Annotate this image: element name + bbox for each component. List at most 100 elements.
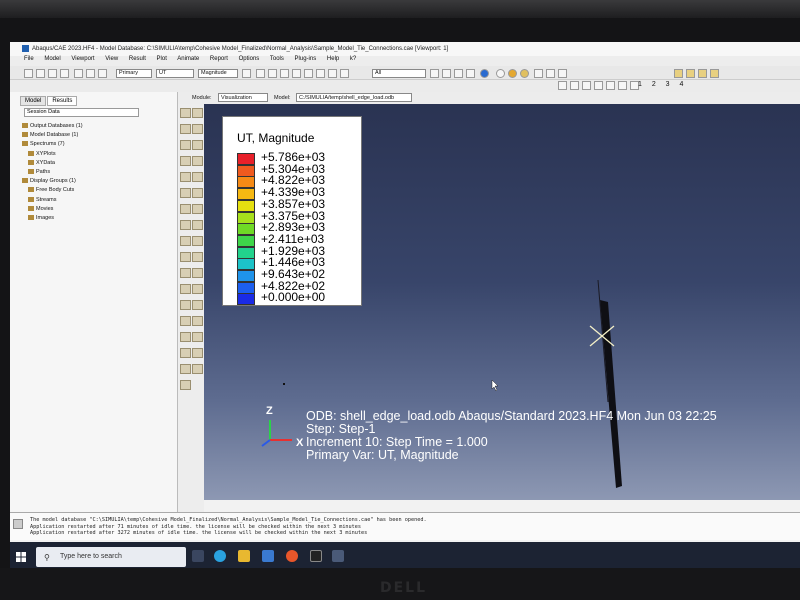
animate-time-history-icon[interactable] [192, 172, 203, 182]
output-position-select[interactable]: Primary [116, 69, 152, 78]
view-manager-icon[interactable] [496, 69, 505, 78]
zoom-icon[interactable] [292, 69, 301, 78]
query-icon[interactable] [74, 69, 83, 78]
view-back-icon[interactable] [582, 81, 591, 90]
top-view-icon[interactable] [698, 69, 707, 78]
model-select[interactable]: C:/SIMULIA/temp/shell_edge_load.odb [296, 93, 412, 102]
menu-animate[interactable]: Animate [177, 56, 199, 62]
module-select[interactable]: Visualization [218, 93, 268, 102]
plot-symbols-icon[interactable] [192, 124, 203, 134]
file-explorer-icon[interactable] [238, 550, 250, 562]
stream-create-icon[interactable] [180, 300, 191, 310]
view-cut-icon[interactable] [192, 204, 203, 214]
new-file-icon[interactable] [24, 69, 33, 78]
common-options-icon[interactable] [192, 140, 203, 150]
auto-fit-icon[interactable] [316, 69, 325, 78]
allow-multiple-plots-icon[interactable] [192, 156, 203, 166]
animate-scale-factor-icon[interactable] [180, 172, 191, 182]
menu-viewport[interactable]: Viewport [71, 56, 94, 62]
path-create-icon[interactable] [180, 252, 191, 262]
viewport-numbers[interactable]: 1 2 3 4 [638, 81, 687, 88]
shaded-icon[interactable] [466, 69, 475, 78]
contour-options-icon[interactable] [180, 188, 191, 198]
task-view-icon[interactable] [192, 550, 204, 562]
view-front-icon[interactable] [570, 81, 579, 90]
probe-icon[interactable] [86, 69, 95, 78]
iso-view-icon[interactable] [674, 69, 683, 78]
menu-help[interactable]: Help [327, 56, 339, 62]
rotate-icon[interactable] [268, 69, 277, 78]
menu-model[interactable]: Model [44, 56, 60, 62]
selection-arrow-icon[interactable] [340, 69, 349, 78]
view-left-icon[interactable] [594, 81, 603, 90]
firefox-icon[interactable] [286, 550, 298, 562]
plot-undeformed-icon[interactable] [180, 108, 191, 118]
view-iso-icon[interactable] [618, 81, 627, 90]
undo-icon[interactable] [534, 69, 543, 78]
ply-stack-icon[interactable] [180, 348, 191, 358]
free-body-manager-icon[interactable] [192, 284, 203, 294]
cycle-view-icon[interactable] [328, 69, 337, 78]
menu-result[interactable]: Result [129, 56, 146, 62]
front-view-icon[interactable] [686, 69, 695, 78]
field-variable-select[interactable]: UT [156, 69, 194, 78]
magnify-icon[interactable] [280, 69, 289, 78]
menu-options[interactable]: Options [239, 56, 260, 62]
tree-item-streams[interactable]: Streams [22, 196, 83, 205]
box-zoom-icon[interactable] [304, 69, 313, 78]
windows-start-icon[interactable] [16, 552, 26, 562]
replace-icon[interactable] [558, 69, 567, 78]
side-view-icon[interactable] [710, 69, 719, 78]
menu-tools[interactable]: Tools [270, 56, 284, 62]
tab-model[interactable]: Model [20, 96, 47, 106]
edge-browser-icon[interactable] [214, 550, 226, 562]
open-file-icon[interactable] [36, 69, 45, 78]
save-icon[interactable] [48, 69, 57, 78]
free-body-create-icon[interactable] [180, 284, 191, 294]
info-icon[interactable] [480, 69, 489, 78]
tree-item-xydata[interactable]: XYData [22, 159, 83, 168]
tree-item-output-databases[interactable]: Output Databases (1) [22, 122, 83, 131]
tree-item-free-body-cuts[interactable]: Free Body Cuts [22, 186, 83, 195]
superimpose-options-icon[interactable] [180, 156, 191, 166]
menu-report[interactable]: Report [210, 56, 228, 62]
scene-options-icon[interactable] [180, 364, 191, 374]
abaqus-taskbar-icon[interactable] [332, 550, 344, 562]
display-group-icon[interactable] [520, 69, 529, 78]
tree-item-model-database[interactable]: Model Database (1) [22, 131, 83, 140]
plot-deformed-icon[interactable] [192, 108, 203, 118]
menu-view[interactable]: View [105, 56, 118, 62]
tree-item-paths[interactable]: Paths [22, 168, 83, 177]
menu-plot[interactable]: Plot [157, 56, 167, 62]
print-icon[interactable] [60, 69, 69, 78]
invariant-select[interactable]: Magnitude [198, 69, 238, 78]
pan-icon[interactable] [256, 69, 265, 78]
selection-filter-select[interactable]: All [372, 69, 426, 78]
report-xy-icon[interactable] [192, 236, 203, 246]
hidden-line-icon[interactable] [454, 69, 463, 78]
tree-item-movies[interactable]: Movies [22, 205, 83, 214]
plot-contours-icon[interactable] [180, 124, 191, 134]
measure-tool-icon[interactable] [180, 380, 191, 390]
render-style-icon[interactable] [430, 69, 439, 78]
step-icon[interactable] [98, 69, 107, 78]
tab-results[interactable]: Results [47, 96, 78, 106]
tree-item-spectrums[interactable]: Spectrums (7) [22, 140, 83, 149]
menu-plugins[interactable]: Plug-ins [295, 56, 317, 62]
display-group-create-icon[interactable] [180, 268, 191, 278]
tree-item-display-groups[interactable]: Display Groups (1) [22, 177, 83, 186]
session-data-select[interactable]: Session Data [24, 108, 139, 117]
stream-manager-icon[interactable] [192, 300, 203, 310]
field-output-icon[interactable] [242, 69, 251, 78]
message-area-icon[interactable] [13, 519, 23, 529]
menu-file[interactable]: File [24, 56, 34, 62]
report-field-icon[interactable] [180, 236, 191, 246]
results-options-icon[interactable] [192, 348, 203, 358]
query-info-icon[interactable] [180, 316, 191, 326]
view-cycle-icon[interactable] [558, 81, 567, 90]
color-code-icon[interactable] [508, 69, 517, 78]
color-code-tool-icon[interactable] [180, 332, 191, 342]
menu-context-help[interactable]: k? [350, 56, 356, 62]
redo-icon[interactable] [546, 69, 555, 78]
xy-options-icon[interactable] [192, 220, 203, 230]
